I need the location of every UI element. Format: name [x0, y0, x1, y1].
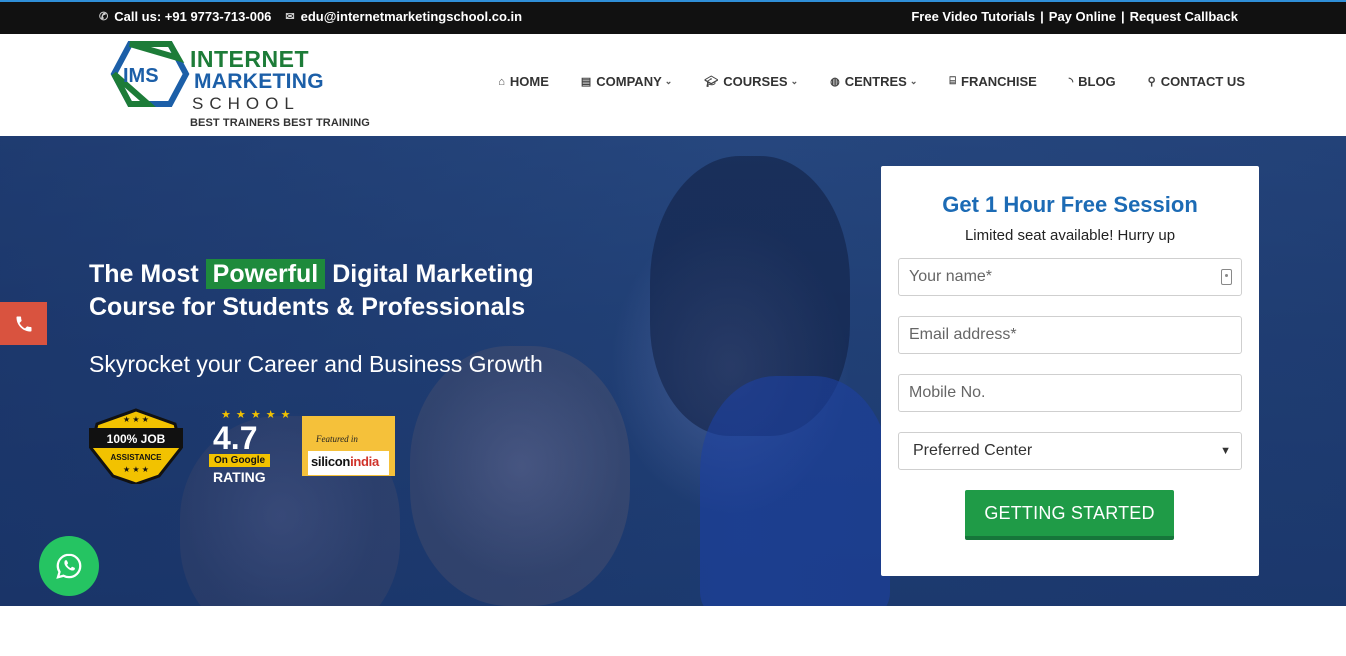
siliconindia-badge: Featured in siliconindia	[302, 416, 395, 476]
svg-text:ASSISTANCE: ASSISTANCE	[111, 453, 163, 462]
select-value: Preferred Center	[913, 442, 1033, 459]
rating-ribbon: On Google	[209, 454, 271, 467]
headline-line2: Course for Students & Professionals	[89, 293, 526, 321]
rating-label: RATING	[213, 469, 266, 485]
svg-text:IMS: IMS	[123, 65, 159, 87]
email-input[interactable]: Email address*	[898, 316, 1242, 354]
nav-label: BLOG	[1078, 74, 1116, 89]
building-icon: ▤	[580, 76, 592, 88]
headline-text: The Most	[89, 260, 206, 288]
nav-home[interactable]: ⌂ HOME	[498, 74, 549, 89]
separator: |	[1120, 9, 1125, 24]
nav-courses[interactable]: 🎓︎ COURSES ⌄	[704, 74, 798, 89]
bank-icon: ⌸	[949, 75, 956, 87]
mobile-input[interactable]: Mobile No.	[898, 374, 1242, 412]
hero-subheadline: Skyrocket your Career and Business Growt…	[89, 351, 543, 377]
email-placeholder: Email address*	[909, 326, 1017, 343]
separator: |	[1040, 9, 1044, 24]
siliconindia-logo: siliconindia	[308, 451, 389, 475]
phone-icon	[16, 316, 31, 331]
call-button[interactable]	[0, 302, 47, 345]
map-marker-icon: ⚲	[1147, 76, 1156, 88]
globe-icon: ◍	[830, 76, 840, 88]
nav-centres[interactable]: ◍ CENTRES ⌄	[830, 74, 917, 89]
form-title: Get 1 Hour Free Session	[942, 192, 1198, 217]
google-rating-badge: ★ ★ ★ ★ ★ 4.7 On Google RATING	[199, 408, 293, 488]
chevron-down-icon: ▼	[1220, 445, 1231, 457]
email-contact[interactable]: ✉ edu@internetmarketingschool.co.in	[285, 9, 522, 24]
whatsapp-icon	[56, 553, 82, 579]
nav-company[interactable]: ▤ COMPANY ⌄	[581, 74, 672, 89]
home-icon: ⌂	[498, 75, 505, 88]
pay-online-link[interactable]: Pay Online	[1049, 9, 1116, 24]
svg-text:100% JOB: 100% JOB	[107, 432, 166, 446]
nav-franchise[interactable]: ⌸ FRANCHISE	[949, 74, 1036, 89]
name-placeholder: Your name*	[909, 268, 993, 285]
free-session-form: Get 1 Hour Free Session Limited seat ava…	[881, 166, 1259, 576]
svg-text:★ ★ ★: ★ ★ ★	[123, 465, 149, 474]
nav-label: FRANCHISE	[961, 74, 1037, 89]
contact-info: ✆ Call us: +91 9773-713-006 ✉ edu@intern…	[99, 9, 522, 24]
request-callback-link[interactable]: Request Callback	[1130, 9, 1238, 24]
getting-started-button[interactable]: GETTING STARTED	[965, 490, 1174, 540]
featured-text: Featured in	[316, 434, 358, 444]
headline-text: Digital Marketing	[325, 260, 534, 288]
name-input[interactable]: Your name*	[898, 258, 1242, 296]
logo-tagline: BEST TRAINERS BEST TRAINING	[190, 117, 370, 129]
nav-blog[interactable]: ◝ BLOG	[1069, 74, 1116, 89]
envelope-icon: ✉	[285, 11, 295, 23]
phone-contact[interactable]: ✆ Call us: +91 9773-713-006	[99, 9, 271, 24]
form-subtitle: Limited seat available! Hurry up	[964, 227, 1176, 244]
svg-text:★ ★ ★: ★ ★ ★	[123, 415, 149, 424]
contact-card-icon	[1221, 269, 1232, 285]
chevron-down-icon: ⌄	[664, 76, 673, 86]
top-links: Free Video Tutorials | Pay Online | Requ…	[911, 9, 1238, 24]
rating-value: 4.7	[213, 420, 258, 456]
hero-headline: The Most Powerful Digital Marketing Cour…	[89, 258, 534, 324]
chevron-down-icon: ⌄	[909, 76, 918, 86]
logo-word-marketing: MARKETING	[194, 70, 324, 93]
preferred-center-select[interactable]: Preferred Center ▼	[898, 432, 1242, 470]
nav-label: CONTACT US	[1160, 74, 1245, 89]
graduation-cap-icon: 🎓︎	[704, 76, 719, 88]
logo-word-school: SCHOOL	[192, 94, 300, 113]
main-nav: ⌂ HOME ▤ COMPANY ⌄ 🎓︎ COURSES ⌄ ◍ CENTRE…	[498, 74, 1245, 89]
headline-highlight: Powerful	[205, 259, 326, 289]
logo-word-internet: INTERNET	[190, 46, 309, 72]
nav-label: COURSES	[723, 74, 788, 89]
phone-text: Call us: +91 9773-713-006	[114, 9, 272, 24]
top-bar: ✆ Call us: +91 9773-713-006 ✉ edu@intern…	[0, 0, 1346, 34]
ims-logo[interactable]: IMS INTERNET MARKETING SCHOOL BEST TRAIN…	[108, 40, 370, 132]
nav-label: HOME	[509, 74, 549, 89]
whatsapp-button[interactable]	[39, 536, 99, 596]
nav-label: CENTRES	[844, 74, 907, 89]
phone-icon: ✆	[99, 11, 109, 23]
free-video-tutorials-link[interactable]: Free Video Tutorials	[911, 9, 1035, 24]
rss-icon: ◝	[1068, 76, 1074, 88]
mobile-placeholder: Mobile No.	[909, 384, 986, 401]
nav-contact-us[interactable]: ⚲ CONTACT US	[1148, 74, 1245, 89]
ims-logo-mark-icon: IMS	[110, 41, 190, 107]
site-header: IMS INTERNET MARKETING SCHOOL BEST TRAIN…	[0, 34, 1346, 136]
email-text: edu@internetmarketingschool.co.in	[300, 9, 523, 24]
nav-label: COMPANY	[596, 74, 662, 89]
chevron-down-icon: ⌄	[790, 76, 799, 86]
job-assistance-badge-icon: 100% JOB ASSISTANCE ★ ★ ★ ★ ★ ★	[89, 408, 183, 484]
